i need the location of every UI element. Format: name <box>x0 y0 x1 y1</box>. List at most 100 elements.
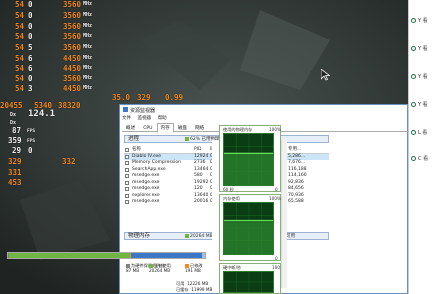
legend-value: 87 MB <box>126 268 140 273</box>
notification-item[interactable]: Y 看 <box>411 46 428 52</box>
osd-unit: MHz <box>83 1 93 7</box>
row-checkbox[interactable] <box>125 187 129 191</box>
summary-value: 12226 MB <box>187 281 209 286</box>
notification-text: 看 <box>422 74 428 80</box>
notification-icon <box>411 130 416 135</box>
row-checkbox[interactable] <box>125 174 129 178</box>
cell-name: msedge.exe <box>132 199 160 204</box>
menu-monitor[interactable]: 监视器 <box>138 116 152 121</box>
osd-load: 6 <box>28 54 33 63</box>
osd-extra: 331 <box>8 168 22 177</box>
row-checkbox[interactable] <box>125 180 129 185</box>
osd-mem-c: 38320 <box>58 101 81 110</box>
graph-max: 100 <box>272 265 280 270</box>
notification-text: 看 <box>422 46 428 52</box>
osd-value: 35.0 <box>112 93 131 102</box>
window-title: 资源监视器 <box>130 108 156 114</box>
osd-clock: 3560 <box>63 74 82 83</box>
cell-pid: 20016 <box>194 199 209 204</box>
notification-item[interactable]: C 看 <box>411 156 428 162</box>
process-section-label: 进程 <box>128 136 140 142</box>
legend-value: 20264 MB <box>149 268 171 273</box>
osd-unit: MHz <box>83 65 93 71</box>
osd-unit: MHz <box>83 23 93 29</box>
osd-clock: 4450 <box>63 54 82 63</box>
osd-temp: 54 <box>14 74 24 83</box>
notification-text: 看 <box>423 156 429 162</box>
mouse-cursor-icon <box>320 66 331 85</box>
osd-extra: 87 <box>12 126 22 135</box>
row-checkbox[interactable] <box>125 200 129 204</box>
osd-load: 3 <box>28 84 33 93</box>
membar-free-segment <box>202 253 205 258</box>
graph-subtitle: 60 秒 <box>223 187 234 192</box>
osd-extra: 359 <box>8 136 22 145</box>
osd-temp: 54 <box>14 54 24 63</box>
notification-icon <box>411 46 416 51</box>
window-titlebar[interactable]: 资源监视器 <box>120 105 407 115</box>
membar-standby-segment <box>131 253 203 258</box>
osd-temp: 54 <box>14 32 24 41</box>
osd-extra: 453 <box>8 178 22 187</box>
notification-text: 看 <box>422 102 428 108</box>
notification-text: 看 <box>422 130 428 136</box>
select-all-checkbox[interactable] <box>125 148 129 152</box>
tab-memory[interactable]: 内存 <box>156 123 174 133</box>
graph-max: 100% <box>269 127 281 132</box>
graph-min: 0 <box>275 256 278 261</box>
row-checkbox[interactable] <box>125 193 129 198</box>
osd-temp: 54 <box>14 84 24 93</box>
osd-extra: 332 <box>62 157 76 166</box>
menu-help[interactable]: 帮助 <box>158 116 167 121</box>
tab-cpu[interactable]: CPU <box>139 124 156 133</box>
osd-clock: 4450 <box>63 84 82 93</box>
osd-clock: 4450 <box>63 64 82 73</box>
memory-badge-swatch <box>185 136 189 141</box>
tab-overview[interactable]: 概述 <box>122 123 139 133</box>
osd-extra-unit: FPS <box>27 139 36 144</box>
notification-icon <box>411 18 416 23</box>
notification-letter: Y <box>418 46 422 52</box>
notification-item[interactable]: Y 看 <box>411 18 428 24</box>
osd-load: 0 <box>28 74 33 83</box>
notification-letter: Y <box>418 74 422 80</box>
osd-unit: MHz <box>83 33 93 39</box>
osd-clock: 3560 <box>63 22 82 31</box>
hard-faults-graph <box>223 271 274 293</box>
row-checkbox[interactable] <box>125 161 129 165</box>
legend-item: 正在使用 20264 MB <box>149 263 171 273</box>
osd-value: 329 <box>137 93 151 102</box>
osd-extra: 329 <box>8 157 22 166</box>
physical-memory-label: 物理内存 <box>128 233 151 239</box>
notification-item[interactable]: L 看 <box>411 130 427 136</box>
osd-load: 0 <box>28 32 33 41</box>
row-checkbox[interactable] <box>125 154 129 159</box>
osd-load: 0 <box>28 0 33 9</box>
osd-temp: 54 <box>14 64 24 73</box>
osd-temp: 54 <box>14 0 24 9</box>
tab-network[interactable]: 网络 <box>191 123 208 133</box>
notification-item[interactable]: Y 看 <box>411 102 428 108</box>
osd-load: 0 <box>28 11 33 20</box>
osd-load: 5 <box>28 43 33 52</box>
tab-disk[interactable]: 磁盘 <box>174 123 191 133</box>
cell-private: 65,588 <box>288 199 304 204</box>
notification-icon <box>411 102 416 107</box>
notification-item[interactable]: Y 看 <box>411 74 428 80</box>
osd-unit: MHz <box>83 55 93 61</box>
legend-item: 已修改 191 MB <box>185 263 203 273</box>
summary-value: 11999 MB <box>191 287 213 292</box>
memory-usage-graph <box>223 202 274 255</box>
osd-extra-unit: FPS <box>27 129 36 134</box>
row-checkbox[interactable] <box>125 167 129 172</box>
graph-min: 0 <box>275 187 278 192</box>
graph-pane-scrollbar[interactable] <box>281 140 287 288</box>
graph-max: 100% <box>269 196 281 201</box>
osd-unit: MHz <box>83 75 93 81</box>
menu-file[interactable]: 文件 <box>122 116 131 121</box>
osd-clock: 3560 <box>63 43 82 52</box>
osd-load: 6 <box>28 64 33 73</box>
osd-temp: 54 <box>14 43 24 52</box>
in-use-swatch <box>185 233 189 238</box>
osd-extra: 29 <box>12 146 22 155</box>
